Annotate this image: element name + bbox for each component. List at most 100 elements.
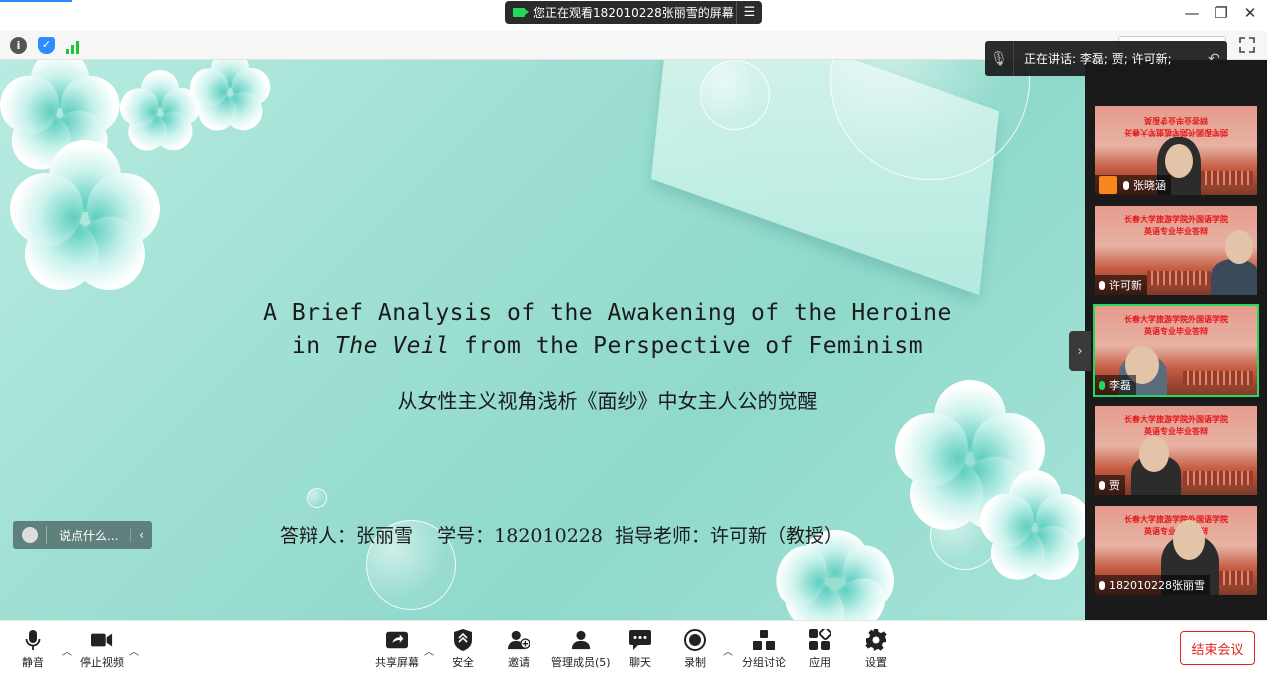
book-title: The Veil <box>334 333 450 359</box>
flower-decoration <box>115 70 205 158</box>
participant-face <box>1165 144 1193 178</box>
participant-name: 许可新 <box>1109 279 1142 292</box>
breakout-rooms-label: 分组讨论 <box>742 656 786 669</box>
video-camera-icon <box>91 629 113 651</box>
minimize-button[interactable]: — <box>1182 4 1202 22</box>
microphone-icon: 🎙 <box>990 50 1008 67</box>
chat-label: 聊天 <box>629 656 651 669</box>
manage-participants-button[interactable]: 管理成员(5) <box>551 629 611 670</box>
decorative-bubble <box>307 488 327 508</box>
chevron-left-icon[interactable]: ‹ <box>130 528 152 542</box>
participant-name: 李磊 <box>1109 379 1131 392</box>
quick-chat-placeholder[interactable]: 说点什么... <box>59 527 130 544</box>
background-building <box>1147 271 1217 285</box>
chat-bubble-icon <box>629 629 651 651</box>
participant-face <box>1173 520 1205 560</box>
video-tile-active-speaker[interactable]: 长春大学旅游学院外国语学院 英语专业毕业答辩 李磊 <box>1093 304 1259 397</box>
apps-label: 应用 <box>809 656 831 669</box>
video-options-caret[interactable]: ︿ <box>129 643 139 658</box>
participant-silhouette <box>1211 259 1257 295</box>
viewing-banner-label: 您正在观看182010228张丽雪的屏幕 <box>533 6 734 20</box>
speaking-indicator: 🎙 正在讲话: 李磊; 贾; 许可新; ↶ <box>985 41 1227 76</box>
participant-name-tag: 贾 <box>1095 475 1125 495</box>
slide-title-line1: A Brief Analysis of the Awakening of the… <box>263 300 952 326</box>
settings-label: 设置 <box>865 656 887 669</box>
security-button[interactable]: 安全 <box>452 629 474 670</box>
microphone-icon <box>1123 180 1129 190</box>
speaking-label: 正在讲话: 李磊; 贾; 许可新; <box>1024 52 1172 66</box>
title-bar: 您正在观看182010228张丽雪的屏幕 ☰ — ❐ ✕ <box>0 0 1267 31</box>
record-options-caret[interactable]: ︿ <box>723 643 733 658</box>
breakout-rooms-icon <box>753 629 775 651</box>
meeting-controls-bar: 静音 ︿ 停止视频 ︿ 共享屏幕 ︿ 安全 邀请 管理成员(5) 聊天 录制 ︿… <box>0 620 1267 675</box>
shared-screen: A Brief Analysis of the Awakening of the… <box>0 60 1085 620</box>
share-options-caret[interactable]: ︿ <box>424 643 434 658</box>
fullscreen-icon[interactable] <box>1239 37 1255 53</box>
invite-button[interactable]: 邀请 <box>508 629 530 670</box>
mute-button[interactable]: 静音 <box>22 629 44 670</box>
breakout-rooms-button[interactable]: 分组讨论 <box>742 629 786 670</box>
chat-button[interactable]: 聊天 <box>629 629 651 670</box>
participant-face <box>1139 436 1169 472</box>
microphone-active-icon <box>1099 380 1105 390</box>
view-options-icon[interactable]: ☰ <box>736 1 762 24</box>
slide-subtitle: 从女性主义视角浅析《面纱》中女主人公的觉醒 <box>397 389 818 413</box>
share-screen-label: 共享屏幕 <box>375 656 419 669</box>
stop-video-button[interactable]: 停止视频 <box>80 629 124 670</box>
settings-button[interactable]: 设置 <box>865 629 887 670</box>
zoom-meeting-window: 您正在观看182010228张丽雪的屏幕 ☰ — ❐ ✕ i ✓ A Brief… <box>0 0 1267 675</box>
tile-banner: 长春大学旅游学院外国语学院 英语专业毕业答辩 <box>1124 315 1228 336</box>
flower-decoration <box>185 60 275 138</box>
microphone-icon <box>1099 480 1105 490</box>
manage-participants-label: 管理成员(5) <box>551 656 611 669</box>
signal-strength-icon[interactable] <box>66 37 83 54</box>
microphone-icon <box>22 629 44 651</box>
avatar-icon <box>1099 176 1117 194</box>
restore-button[interactable]: ❐ <box>1211 4 1231 22</box>
flower-decoration <box>0 140 170 305</box>
end-meeting-button[interactable]: 结束会议 <box>1180 631 1255 665</box>
participant-face <box>1225 230 1253 264</box>
audio-options-caret[interactable]: ︿ <box>62 643 72 658</box>
close-button[interactable]: ✕ <box>1240 4 1260 22</box>
video-tile[interactable]: 长春大学旅游学院外国语学院 英语专业毕业答辩 许可新 <box>1095 206 1257 295</box>
participant-name: 贾 <box>1109 479 1120 492</box>
apps-button[interactable]: 应用 <box>809 629 831 670</box>
flower-decoration <box>973 470 1085 591</box>
record-label: 录制 <box>684 656 706 669</box>
participant-name-tag: 许可新 <box>1095 275 1147 295</box>
video-tile[interactable]: 长春大学旅游学院外国语学院 英语专业毕业答辩 182010228张丽雪 <box>1095 506 1257 595</box>
participants-icon <box>570 629 592 651</box>
undo-arrow-icon[interactable]: ↶ <box>1201 51 1227 67</box>
emoji-icon[interactable] <box>22 527 38 543</box>
viewing-screen-banner[interactable]: 您正在观看182010228张丽雪的屏幕 ☰ <box>505 1 762 24</box>
slide-presenter-info: 答辩人：张丽雪 学号：182010228 指导老师：许可新（教授） <box>280 525 844 547</box>
shield-icon[interactable]: ✓ <box>38 37 55 54</box>
slide-title-line2: in The Veil from the Perspective of Femi… <box>291 333 924 359</box>
info-icon[interactable]: i <box>10 37 27 54</box>
add-person-icon <box>508 629 530 651</box>
participant-name: 张晓涵 <box>1133 179 1166 192</box>
microphone-icon <box>1099 580 1105 590</box>
video-tile[interactable]: 长春大学旅游学院外国语学院 英语专业毕业答辩 贾 <box>1095 406 1257 495</box>
collapse-panel-button[interactable]: › <box>1069 331 1091 371</box>
share-screen-button[interactable]: 共享屏幕 <box>375 629 419 670</box>
participant-name: 182010228张丽雪 <box>1109 579 1205 592</box>
record-button[interactable]: 录制 <box>684 629 706 670</box>
apps-grid-icon <box>809 629 831 651</box>
participant-name-tag: 182010228张丽雪 <box>1095 575 1210 595</box>
participant-name-tag: 李磊 <box>1095 375 1136 395</box>
background-building <box>1183 471 1253 485</box>
quick-chat-box[interactable]: 说点什么... ‹ <box>13 521 152 549</box>
screen-share-icon <box>513 8 529 17</box>
gear-icon <box>865 629 887 651</box>
background-building <box>1183 371 1253 385</box>
video-tile[interactable]: 长春大学旅游学院外国语学院 英语专业毕业答辩 张晓涵 <box>1095 106 1257 195</box>
share-screen-icon <box>386 629 408 651</box>
active-tab-indicator <box>0 0 72 2</box>
invite-label: 邀请 <box>508 656 530 669</box>
security-label: 安全 <box>452 656 474 669</box>
shield-icon <box>452 629 474 651</box>
decorative-bubble <box>700 60 770 130</box>
mute-label: 静音 <box>22 656 44 669</box>
